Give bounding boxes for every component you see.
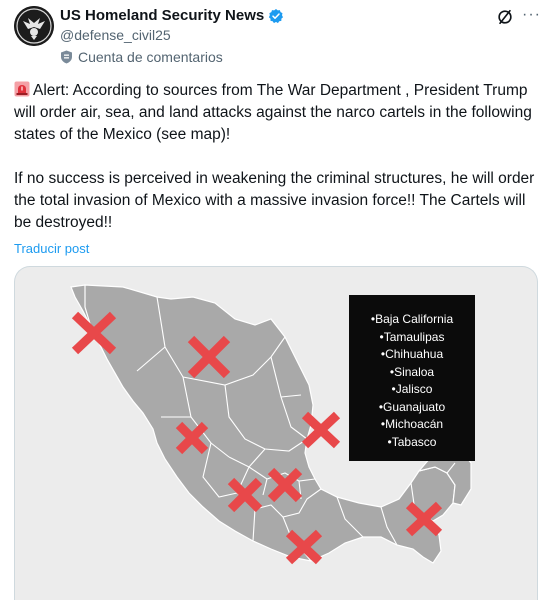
state-item: •Sinaloa (389, 364, 435, 379)
state-list-box: •Baja California •Tamaulipas •Chihuahua … (349, 295, 475, 461)
state-item: •Chihuahua (380, 347, 444, 361)
affiliation-label: Cuenta de comentarios (60, 49, 223, 65)
post-media-image[interactable]: •Baja California •Tamaulipas •Chihuahua … (14, 266, 538, 600)
shield-badge-icon (61, 50, 72, 64)
grok-icon[interactable] (496, 8, 514, 26)
affiliation-text: Cuenta de comentarios (78, 49, 223, 65)
more-icon[interactable]: ··· (522, 6, 544, 26)
state-item: •Tabasco (387, 434, 437, 449)
author-handle[interactable]: @defense_civil25 (60, 27, 171, 43)
post-body: Alert: According to sources from The War… (14, 80, 539, 256)
post-paragraph-1-text: Alert: According to sources from The War… (14, 82, 532, 143)
state-item: •Guanajuato (378, 399, 446, 414)
post-paragraph-1: Alert: According to sources from The War… (14, 80, 539, 146)
post-paragraph-2: If no success is perceived in weakening … (14, 170, 535, 231)
state-item: •Jalisco (391, 382, 433, 396)
state-item: •Baja California (370, 312, 454, 326)
rotating-light-icon (14, 81, 30, 97)
state-item: •Tamaulipas (379, 329, 445, 344)
avatar[interactable] (14, 6, 54, 46)
eagle-logo-icon (14, 6, 54, 46)
translate-post-link[interactable]: Traducir post (14, 241, 89, 256)
author-display-name[interactable]: US Homeland Security News (60, 7, 264, 24)
post-header: US Homeland Security News @defense_civil… (0, 0, 552, 70)
verified-badge-icon (269, 8, 284, 23)
state-item: •Michoacán (380, 417, 444, 431)
